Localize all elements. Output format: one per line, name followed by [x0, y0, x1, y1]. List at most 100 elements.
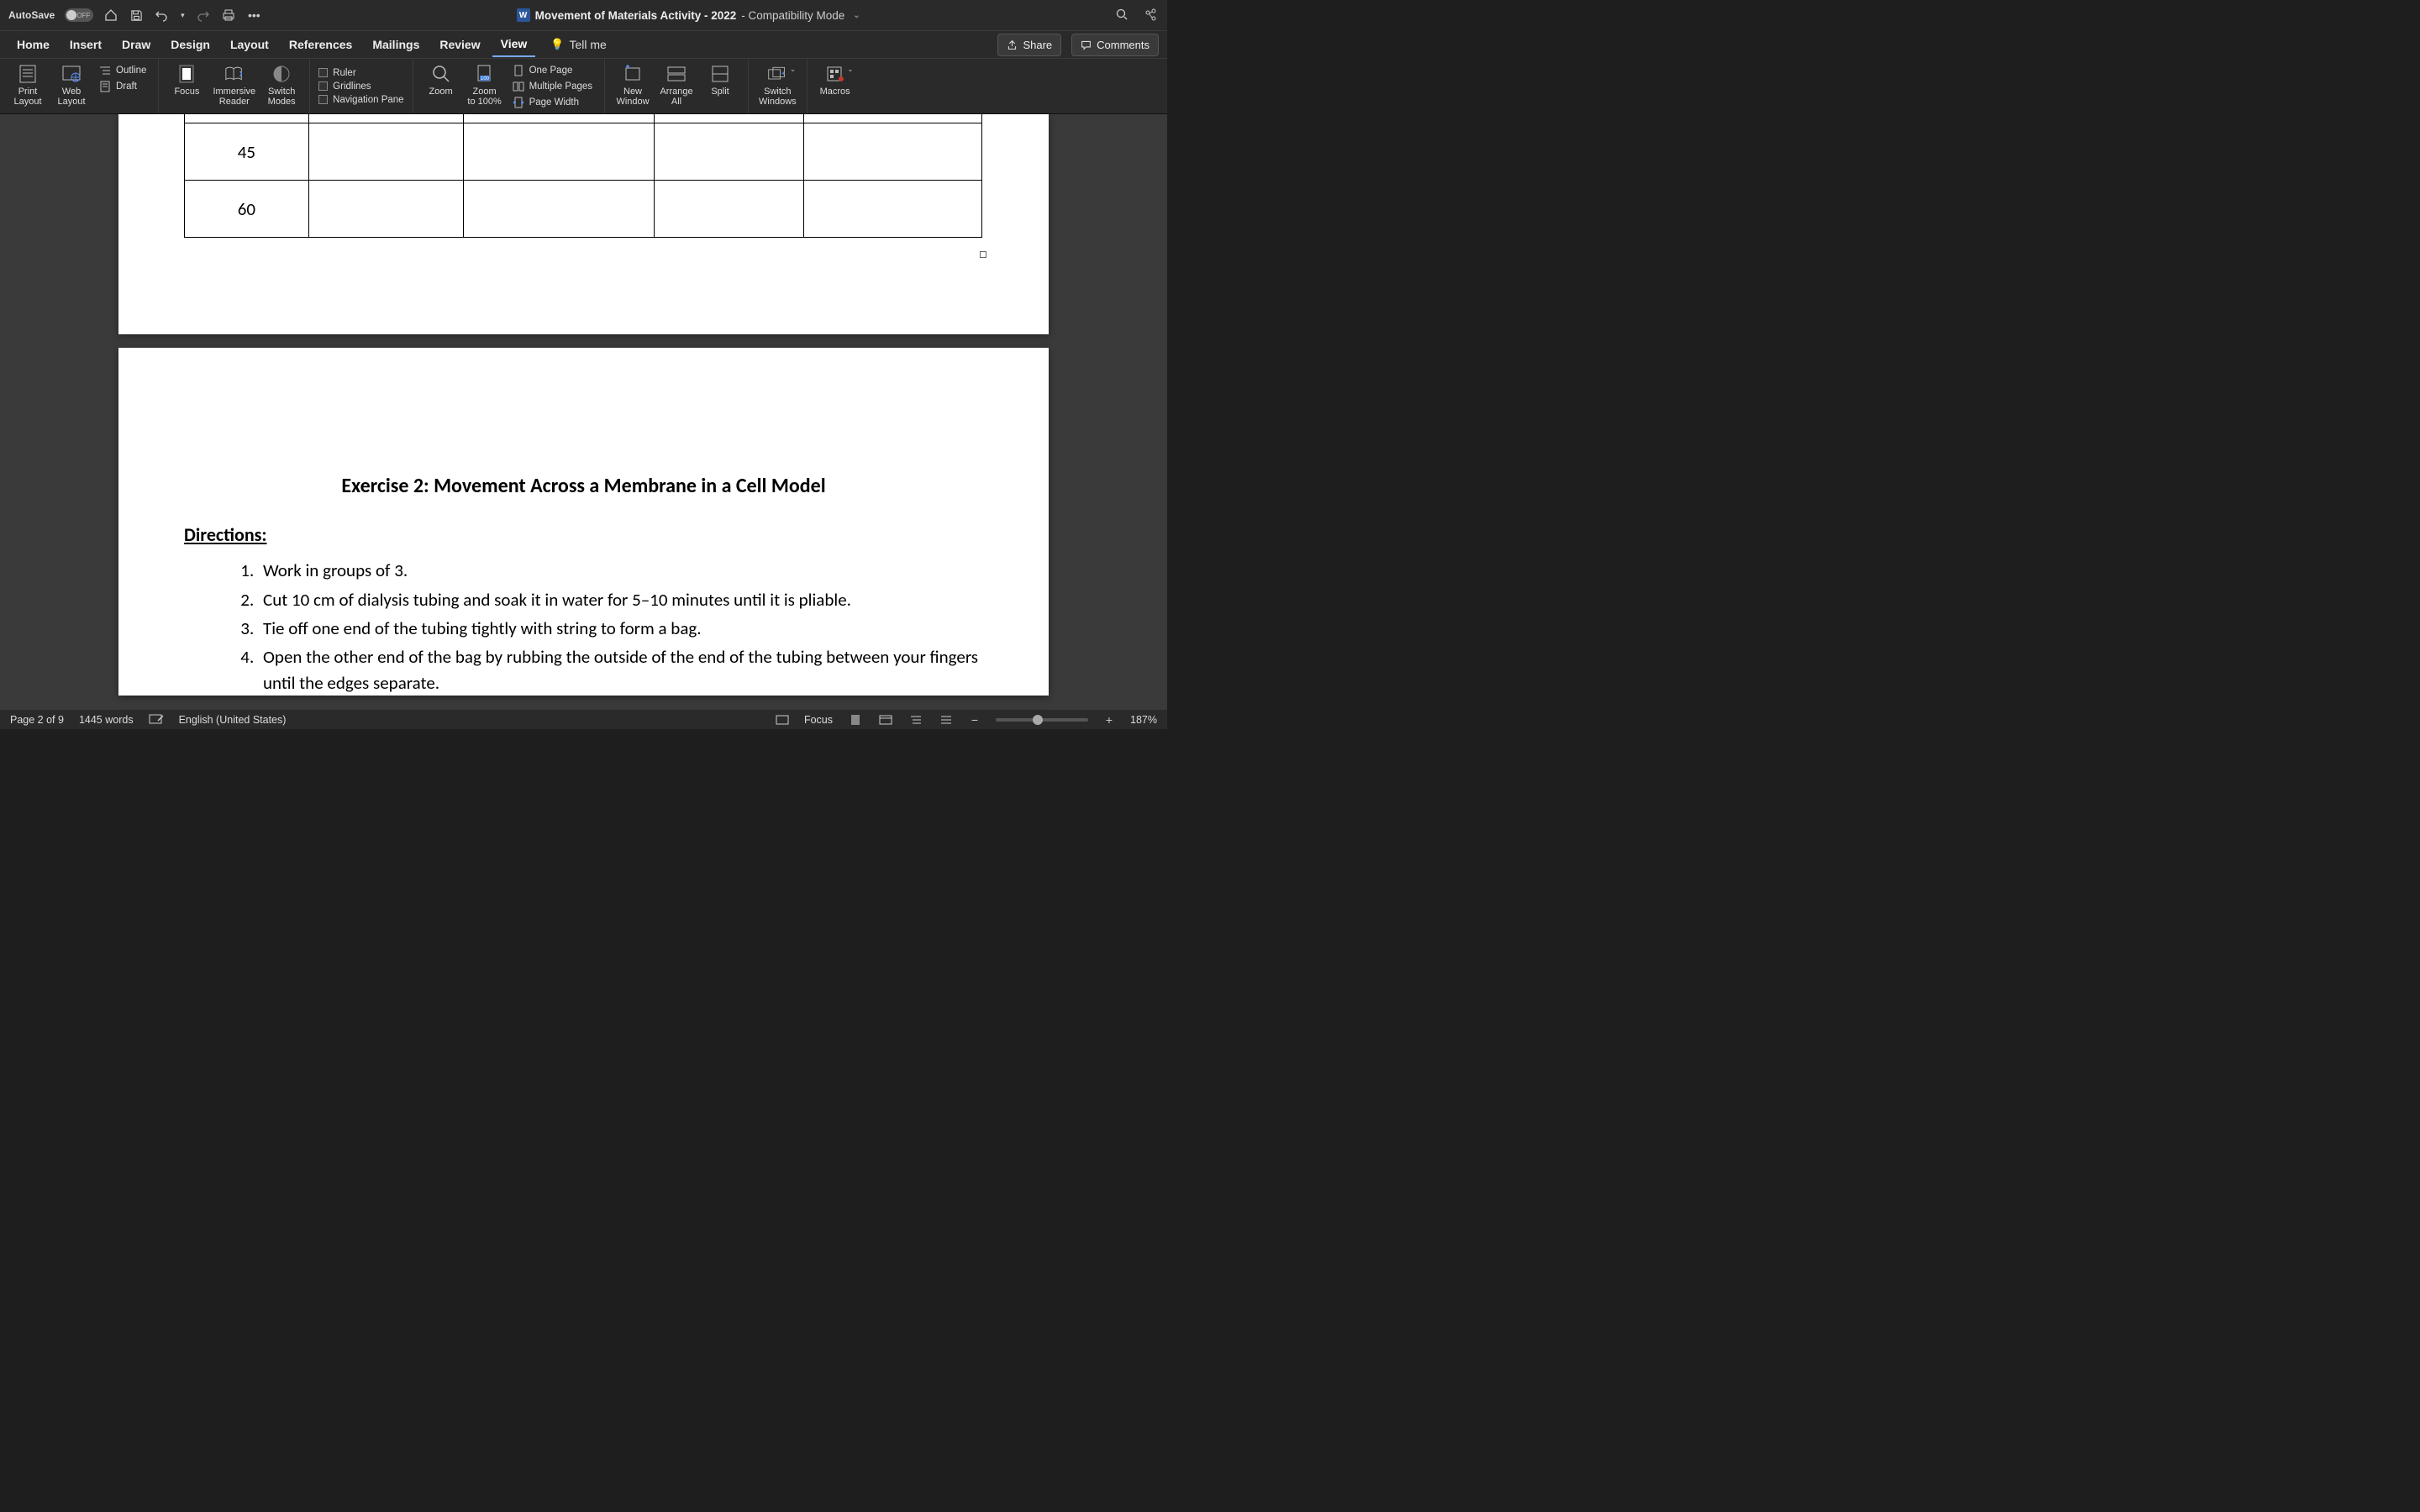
- title-dropdown-icon[interactable]: ⌄: [853, 11, 860, 20]
- immersive-reader-button[interactable]: Immersive Reader: [213, 64, 255, 107]
- switch-windows-button[interactable]: ⌄ Switch Windows: [759, 64, 797, 107]
- tab-layout[interactable]: Layout: [222, 33, 277, 56]
- status-bar: Page 2 of 9 1445 words English (United S…: [0, 709, 1167, 729]
- search-icon[interactable]: [1115, 8, 1130, 23]
- immersive-reader-label: Immersive Reader: [213, 87, 255, 107]
- new-window-button[interactable]: New Window: [615, 64, 650, 107]
- split-button[interactable]: Split: [702, 64, 738, 97]
- page-width-button[interactable]: Page Width: [511, 96, 594, 109]
- home-icon[interactable]: [103, 8, 118, 23]
- page-2-bottom: 45 60: [118, 114, 1049, 334]
- zoom-icon: [431, 64, 451, 84]
- table-cell[interactable]: [655, 123, 804, 181]
- table-resize-handle[interactable]: [980, 251, 986, 258]
- new-window-icon: [623, 64, 643, 84]
- tab-draw[interactable]: Draw: [113, 33, 159, 56]
- tab-insert[interactable]: Insert: [61, 33, 110, 56]
- table-cell[interactable]: [804, 123, 982, 181]
- outline-view-icon[interactable]: [908, 713, 923, 727]
- navigation-pane-checkbox[interactable]: Navigation Pane: [317, 94, 405, 106]
- print-layout-view-icon[interactable]: [848, 713, 863, 727]
- new-window-label: New Window: [616, 87, 649, 107]
- arrange-all-button[interactable]: Arrange All: [659, 64, 694, 107]
- table-cell[interactable]: [463, 123, 655, 181]
- gridlines-checkbox[interactable]: Gridlines: [317, 81, 372, 92]
- zoom-slider-thumb[interactable]: [1033, 715, 1043, 725]
- status-page[interactable]: Page 2 of 9: [10, 714, 64, 726]
- tab-review[interactable]: Review: [431, 33, 488, 56]
- focus-button[interactable]: Focus: [169, 64, 204, 97]
- status-focus[interactable]: Focus: [804, 714, 833, 726]
- zoom-out-button[interactable]: −: [969, 713, 981, 727]
- group-macros: ⌄ Macros: [808, 59, 863, 113]
- draft-view-icon[interactable]: [939, 713, 954, 727]
- table-cell[interactable]: [308, 123, 463, 181]
- autosave-label: AutoSave: [8, 9, 55, 21]
- share-people-icon[interactable]: [1144, 8, 1159, 23]
- list-item[interactable]: Work in groups of 3.: [258, 558, 983, 583]
- table-row: 60: [185, 181, 982, 238]
- undo-dropdown-icon[interactable]: ▾: [179, 8, 186, 23]
- table-cell[interactable]: [308, 181, 463, 238]
- switch-windows-icon: ⌄: [767, 64, 787, 84]
- web-layout-button[interactable]: Web Layout: [54, 64, 89, 107]
- zoom-slider[interactable]: [996, 718, 1088, 722]
- redo-icon[interactable]: [196, 8, 211, 23]
- table-cell[interactable]: [655, 181, 804, 238]
- tab-view[interactable]: View: [492, 32, 536, 57]
- status-words[interactable]: 1445 words: [79, 714, 134, 726]
- zoom-level[interactable]: 187%: [1130, 714, 1157, 726]
- split-icon: [710, 64, 730, 84]
- group-show: Ruler Gridlines Navigation Pane: [310, 59, 413, 113]
- tab-references[interactable]: References: [281, 33, 361, 56]
- print-icon[interactable]: [221, 8, 236, 23]
- share-button[interactable]: Share: [997, 34, 1061, 56]
- outline-button[interactable]: Outline: [97, 64, 148, 77]
- table-cell[interactable]: [655, 114, 804, 123]
- table-cell[interactable]: [308, 114, 463, 123]
- switch-modes-button[interactable]: Switch Modes: [264, 64, 299, 107]
- tell-me[interactable]: 💡 Tell me: [550, 38, 607, 51]
- ruler-checkbox[interactable]: Ruler: [317, 67, 357, 79]
- tab-design[interactable]: Design: [162, 33, 218, 56]
- draft-button[interactable]: Draft: [97, 80, 148, 93]
- data-table[interactable]: 45 60: [184, 114, 982, 238]
- comment-icon: [1081, 39, 1092, 50]
- table-cell[interactable]: [185, 114, 309, 123]
- exercise-heading[interactable]: Exercise 2: Movement Across a Membrane i…: [184, 474, 983, 498]
- comments-button[interactable]: Comments: [1071, 34, 1159, 56]
- print-layout-icon: [18, 64, 38, 84]
- tab-home[interactable]: Home: [8, 33, 58, 56]
- undo-icon[interactable]: [154, 8, 169, 23]
- web-layout-view-icon[interactable]: [878, 713, 893, 727]
- one-page-button[interactable]: One Page: [511, 64, 594, 77]
- table-cell[interactable]: 60: [185, 181, 309, 238]
- table-cell[interactable]: 45: [185, 123, 309, 181]
- tab-mailings[interactable]: Mailings: [364, 33, 428, 56]
- print-layout-button[interactable]: Print Layout: [10, 64, 45, 107]
- autosave-toggle[interactable]: OFF: [65, 8, 93, 22]
- list-item[interactable]: Tie off one end of the tubing tightly wi…: [258, 616, 983, 641]
- zoom-100-button[interactable]: 100 Zoom to 100%: [467, 64, 502, 107]
- table-cell[interactable]: [804, 114, 982, 123]
- status-language[interactable]: English (United States): [179, 714, 287, 726]
- zoom-button[interactable]: Zoom: [424, 64, 459, 97]
- checkbox-icon: [318, 81, 328, 91]
- zoom-in-button[interactable]: +: [1103, 713, 1115, 727]
- lightbulb-icon: 💡: [550, 38, 564, 51]
- list-item[interactable]: Open the other end of the bag by rubbing…: [258, 644, 983, 696]
- macros-button[interactable]: ⌄ Macros: [818, 64, 853, 97]
- spellcheck-icon[interactable]: [149, 714, 164, 726]
- list-item[interactable]: Cut 10 cm of dialysis tubing and soak it…: [258, 587, 983, 612]
- multiple-pages-button[interactable]: Multiple Pages: [511, 80, 594, 93]
- document-area[interactable]: 45 60 Exercise 2: Movement Across a Memb…: [0, 114, 1167, 709]
- focus-mode-icon[interactable]: [776, 715, 789, 725]
- table-cell[interactable]: [804, 181, 982, 238]
- directions-heading[interactable]: Directions:: [184, 523, 983, 546]
- directions-list[interactable]: Work in groups of 3. Cut 10 cm of dialys…: [184, 558, 983, 696]
- table-cell[interactable]: [463, 181, 655, 238]
- more-icon[interactable]: •••: [246, 8, 261, 23]
- gridlines-label: Gridlines: [333, 81, 371, 92]
- table-cell[interactable]: [463, 114, 655, 123]
- save-icon[interactable]: [129, 8, 144, 23]
